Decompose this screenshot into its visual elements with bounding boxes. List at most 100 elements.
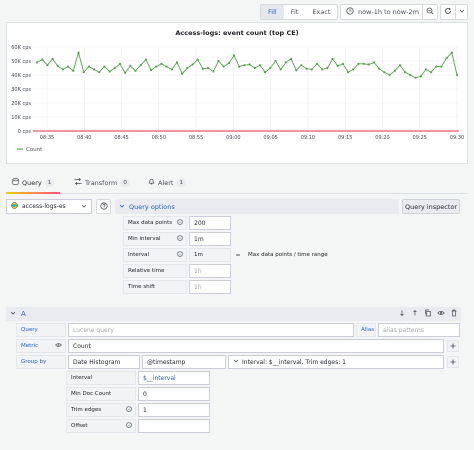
tab-transform-badge: 0 — [120, 178, 130, 187]
group-by-settings-toggle[interactable]: Interval: $__interval, Trim edges: 1 — [228, 355, 444, 369]
group-by-type-select[interactable]: Date Histogram — [68, 355, 140, 369]
tab-query[interactable]: Query 1 — [12, 178, 55, 187]
exact-button[interactable]: Exact — [305, 5, 337, 19]
data-point — [238, 65, 241, 68]
data-point — [150, 69, 153, 72]
data-point — [191, 63, 194, 66]
data-point — [341, 62, 344, 65]
histogram-interval-input[interactable]: $__interval — [138, 371, 210, 385]
data-point — [362, 62, 365, 65]
alias-input[interactable]: alias patterns — [378, 323, 460, 337]
data-point — [165, 65, 168, 68]
query-row-header[interactable]: A — [6, 307, 461, 321]
data-point — [409, 73, 412, 77]
max-data-points-text: Max data points — [128, 220, 173, 226]
y-tick-label: 60K cps — [11, 45, 31, 51]
chevron-down-icon — [81, 203, 87, 211]
relative-time-input[interactable]: 1h — [189, 264, 231, 278]
data-point — [305, 67, 308, 70]
tab-query-label: Query — [22, 178, 42, 187]
data-point — [41, 58, 44, 61]
query-row-actions — [398, 309, 458, 319]
data-point — [290, 57, 293, 61]
tab-alert-label: Alert — [158, 178, 174, 187]
datasource-name: access-logs-es — [22, 203, 66, 210]
data-point — [367, 63, 370, 66]
data-point — [243, 64, 246, 67]
offset-input[interactable] — [138, 419, 210, 433]
data-point — [222, 65, 225, 68]
refresh-button[interactable] — [441, 5, 455, 19]
lucene-query-input[interactable]: Lucene query — [68, 323, 354, 337]
data-point — [269, 66, 272, 70]
max-data-points-input[interactable]: 200 — [189, 216, 231, 230]
zoom-out-button[interactable] — [422, 4, 438, 20]
x-tick-label: 09:30 — [450, 135, 464, 141]
data-point — [118, 62, 122, 65]
data-point — [92, 68, 96, 71]
graph-panel: Access-logs: event count (top CE) 0 cps 1… — [6, 22, 468, 164]
data-point — [435, 65, 438, 68]
data-point — [124, 71, 127, 74]
info-circle-icon — [126, 406, 132, 414]
copy-icon[interactable] — [424, 309, 432, 319]
alias-label: Alias — [356, 323, 376, 337]
tab-transform[interactable]: Transform 0 — [74, 178, 130, 187]
time-shift-input[interactable]: 1h — [189, 280, 231, 294]
data-point — [61, 68, 64, 71]
data-point — [77, 51, 80, 54]
fit-button[interactable]: Fit — [284, 5, 306, 19]
data-point — [440, 65, 443, 68]
time-picker[interactable]: now-1h to now-2m — [340, 4, 435, 20]
time-range-label: now-1h to now-2m — [358, 8, 419, 16]
data-point — [155, 65, 158, 68]
fill-button[interactable]: Fill — [261, 5, 284, 19]
min-interval-input[interactable]: 1m — [189, 232, 231, 246]
group-by-field-select[interactable]: @timestamp — [142, 355, 226, 369]
query-options-toggle[interactable]: Query options — [115, 199, 399, 214]
x-tick-label: 08:40 — [77, 135, 91, 141]
data-point — [357, 62, 360, 65]
group-by-summary: Interval: $__interval, Trim edges: 1 — [242, 358, 346, 366]
add-metric-button[interactable] — [447, 340, 459, 352]
data-point — [393, 69, 396, 72]
eye-icon[interactable] — [437, 309, 445, 319]
x-tick-label: 08:50 — [152, 135, 166, 141]
x-tick-label: 09:05 — [263, 135, 277, 141]
refresh-interval-dropdown[interactable] — [455, 5, 467, 19]
query-inspector-button[interactable]: Query inspector — [402, 199, 460, 214]
min-doc-count-input[interactable]: 0 — [138, 387, 210, 401]
interval-equals: = — [235, 251, 241, 259]
arrow-up-icon[interactable] — [411, 309, 419, 319]
data-point — [207, 66, 210, 70]
datasource-help-button[interactable] — [96, 199, 111, 214]
metric-type-select[interactable]: Count — [68, 339, 444, 353]
datasource-picker[interactable]: access-logs-es — [6, 199, 92, 214]
data-point — [98, 71, 101, 74]
series-line-count — [36, 50, 458, 79]
add-group-by-button[interactable] — [447, 356, 459, 368]
interval-label: Interval — [123, 248, 187, 262]
data-point — [35, 61, 39, 64]
active-tab-indicator — [6, 192, 60, 194]
query-label: Query — [16, 323, 66, 337]
trim-edges-input[interactable]: 1 — [138, 403, 210, 417]
arrow-down-icon[interactable] — [398, 309, 406, 319]
info-circle-icon — [177, 251, 183, 259]
data-point — [139, 64, 142, 67]
interval-text: Interval — [128, 252, 150, 258]
data-point — [284, 61, 287, 64]
data-point — [398, 64, 402, 67]
transform-icon — [74, 178, 82, 187]
metric-label: Metric — [16, 339, 66, 353]
chevron-down-icon — [459, 8, 465, 16]
legend-label: Count — [26, 147, 43, 153]
data-point — [347, 71, 350, 74]
data-point — [170, 68, 173, 71]
y-tick-label: 40K cps — [11, 73, 31, 79]
chart-svg: 0 cps 10K cps 20K cps 30K cps 40K cps 50K cps… — [11, 45, 464, 153]
eye-icon[interactable] — [55, 342, 62, 350]
trash-icon[interactable] — [450, 309, 458, 319]
question-circle-icon — [99, 201, 108, 212]
tab-alert[interactable]: Alert 1 — [148, 178, 186, 187]
